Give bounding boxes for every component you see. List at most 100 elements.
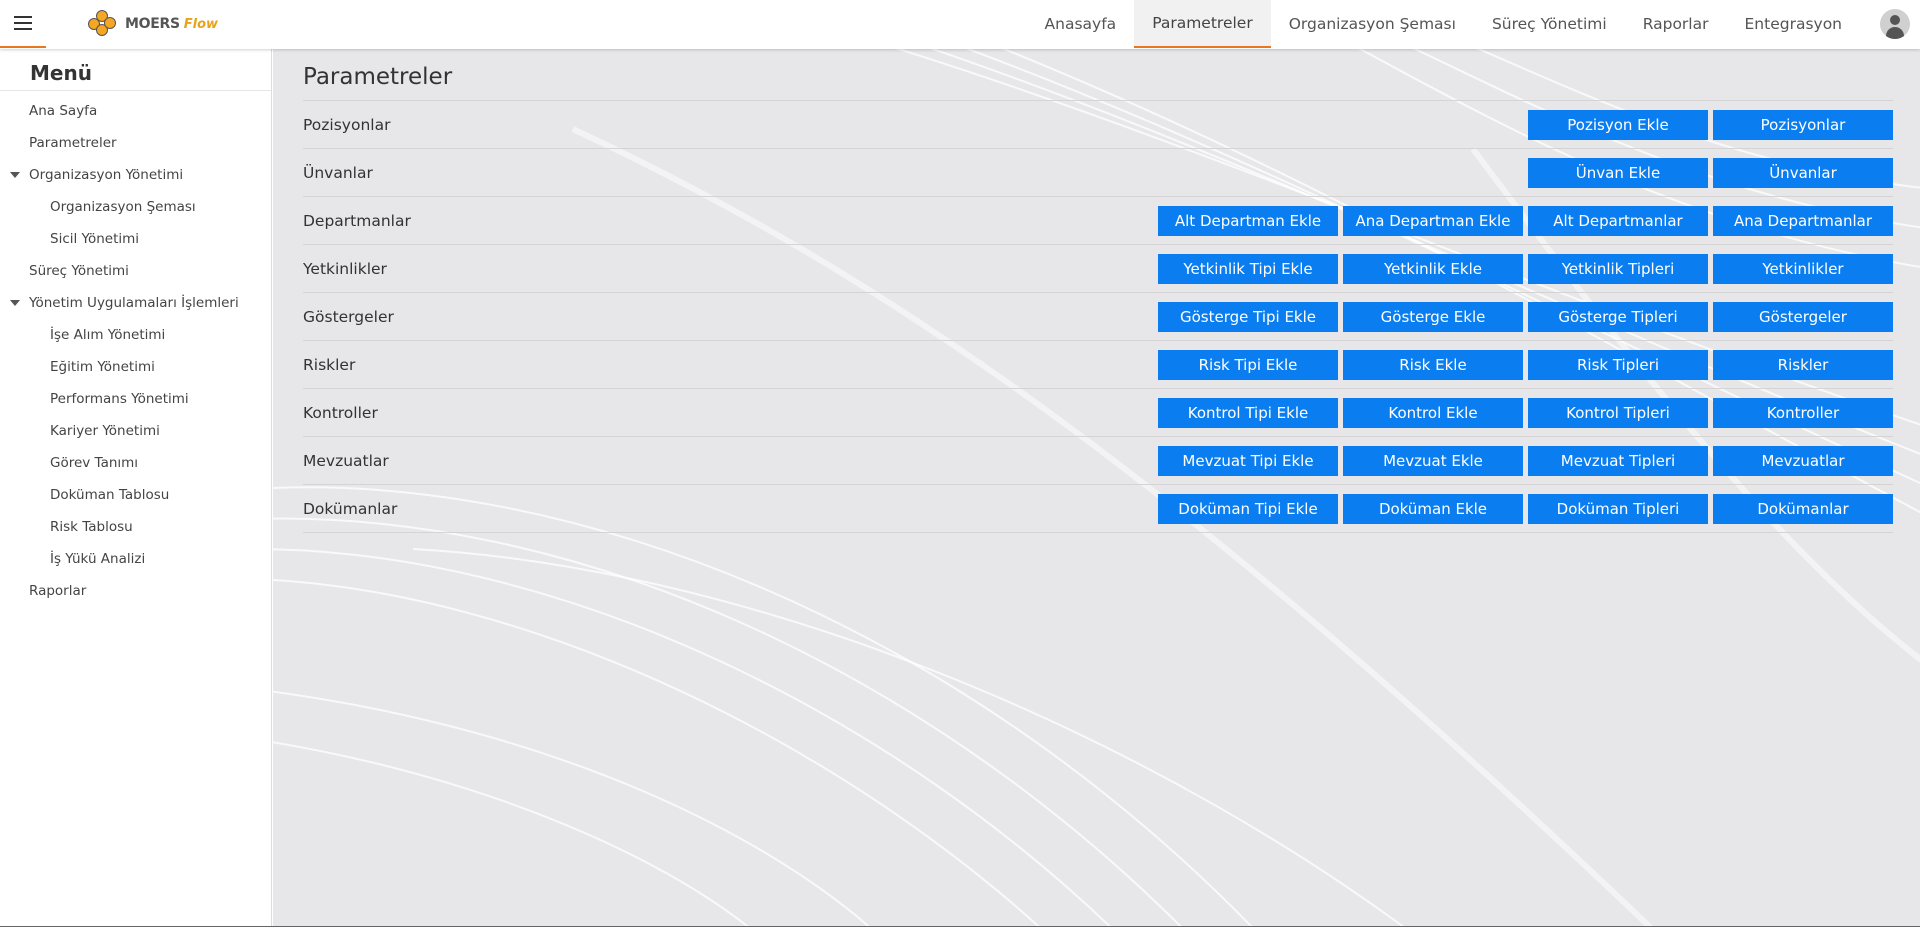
sidebar: Menü Ana Sayfa Parametreler Organizasyon Y… (0, 49, 272, 927)
nav-item-4[interactable]: Raporlar (1625, 0, 1727, 48)
parameter-label: Yetkinlikler (303, 259, 387, 278)
sidebar-item-12[interactable]: Doküman Tablosu (0, 479, 271, 511)
sidebar-item-label: Görev Tanımı (50, 455, 139, 471)
parameter-action-button[interactable]: Göstergeler (1713, 301, 1893, 332)
parameter-label: Kontroller (303, 403, 378, 422)
parameter-action-button[interactable]: Yetkinlik Tipleri (1528, 253, 1708, 284)
parameter-buttons: Alt Departman Ekle Ana Departman Ekle Alt … (1158, 205, 1893, 236)
parameter-label: Dokümanlar (303, 499, 398, 518)
parameter-action-button[interactable]: Pozisyon Ekle (1528, 109, 1708, 140)
sidebar-item-7[interactable]: İşe Alım Yönetimi (0, 319, 271, 351)
logo[interactable]: MOERS Flow (88, 10, 218, 38)
parameter-action-button[interactable]: Kontrol Tipleri (1528, 397, 1708, 428)
nav-item-5[interactable]: Entegrasyon (1727, 0, 1861, 48)
parameter-action-button[interactable]: Gösterge Ekle (1343, 301, 1523, 332)
nav-item-3[interactable]: Süreç Yönetimi (1474, 0, 1625, 48)
logo-flow: Flow (183, 16, 219, 32)
sidebar-item-2[interactable]: Organizasyon Yönetimi (0, 159, 271, 191)
parameter-action-button[interactable]: Riskler (1713, 349, 1893, 380)
parameter-row: Yetkinlikler Yetkinlik Tipi Ekle Yetkinlik… (303, 245, 1893, 293)
sidebar-item-3[interactable]: Organizasyon Şeması (0, 191, 271, 223)
sidebar-item-label: İşe Alım Yönetimi (50, 327, 166, 343)
parameter-action-button[interactable]: Yetkinlik Ekle (1343, 253, 1523, 284)
sidebar-item-15[interactable]: Raporlar (0, 575, 271, 607)
parameters-panel: Parametreler Pozisyonlar Pozisyon Ekle Poz… (303, 63, 1893, 533)
sidebar-item-14[interactable]: İş Yükü Analizi (0, 543, 271, 575)
parameter-action-button[interactable]: Kontrol Ekle (1343, 397, 1523, 428)
logo-icon (88, 10, 122, 38)
sidebar-item-13[interactable]: Risk Tablosu (0, 511, 271, 543)
parameter-action-button[interactable]: Kontrol Tipi Ekle (1158, 397, 1338, 428)
nav-item-1[interactable]: Parametreler (1134, 0, 1271, 48)
sidebar-item-label: Sicil Yönetimi (50, 231, 140, 247)
parameter-label: Mevzuatlar (303, 451, 389, 470)
top-nav: Anasayfa Parametreler Organizasyon Şeması S… (1027, 0, 1860, 48)
parameter-buttons: Doküman Tipi Ekle Doküman Ekle Doküman Tip… (1158, 493, 1893, 524)
sidebar-item-11[interactable]: Görev Tanımı (0, 447, 271, 479)
parameter-action-button[interactable]: Risk Ekle (1343, 349, 1523, 380)
parameter-row: Kontroller Kontrol Tipi Ekle Kontrol Ekle K… (303, 389, 1893, 437)
parameter-row: Pozisyonlar Pozisyon Ekle Pozisyonlar (303, 101, 1893, 149)
sidebar-item-6[interactable]: Yönetim Uygulamaları İşlemleri (0, 287, 271, 319)
nav-item-0[interactable]: Anasayfa (1027, 0, 1135, 48)
parameter-row: Dokümanlar Doküman Tipi Ekle Doküman Ekle D… (303, 485, 1893, 533)
parameter-row: Riskler Risk Tipi Ekle Risk Ekle Risk Tiple… (303, 341, 1893, 389)
parameter-action-button[interactable]: Doküman Tipi Ekle (1158, 493, 1338, 524)
caret-down-icon[interactable] (10, 172, 20, 178)
parameter-row: Departmanlar Alt Departman Ekle Ana Depart… (303, 197, 1893, 245)
sidebar-item-label: Organizasyon Yönetimi (29, 167, 184, 183)
parameter-action-button[interactable]: Risk Tipi Ekle (1158, 349, 1338, 380)
parameter-action-button[interactable]: Kontroller (1713, 397, 1893, 428)
parameter-action-button[interactable]: Gösterge Tipi Ekle (1158, 301, 1338, 332)
parameter-buttons: Kontrol Tipi Ekle Kontrol Ekle Kontrol Tip… (1158, 397, 1893, 428)
parameter-action-button[interactable]: Gösterge Tipleri (1528, 301, 1708, 332)
parameter-action-button[interactable]: Doküman Tipleri (1528, 493, 1708, 524)
parameter-buttons: Gösterge Tipi Ekle Gösterge Ekle Gösterge … (1158, 301, 1893, 332)
parameter-label: Göstergeler (303, 307, 394, 326)
parameter-buttons: Risk Tipi Ekle Risk Ekle Risk Tipleri Riskl… (1158, 349, 1893, 380)
parameter-buttons: Pozisyon Ekle Pozisyonlar (1528, 109, 1893, 140)
sidebar-item-label: Organizasyon Şeması (50, 199, 196, 215)
parameter-action-button[interactable]: Mevzuat Tipi Ekle (1158, 445, 1338, 476)
parameter-action-button[interactable]: Alt Departman Ekle (1158, 205, 1338, 236)
parameter-action-button[interactable]: Mevzuatlar (1713, 445, 1893, 476)
sidebar-item-label: Risk Tablosu (50, 519, 133, 535)
parameter-action-button[interactable]: Mevzuat Tipleri (1528, 445, 1708, 476)
parameter-action-button[interactable]: Yetkinlikler (1713, 253, 1893, 284)
parameter-action-button[interactable]: Yetkinlik Tipi Ekle (1158, 253, 1338, 284)
hamburger-menu-icon[interactable] (0, 0, 46, 48)
parameter-action-button[interactable]: Pozisyonlar (1713, 109, 1893, 140)
user-avatar-icon[interactable] (1880, 9, 1910, 39)
parameter-action-button[interactable]: Doküman Ekle (1343, 493, 1523, 524)
main-content: Parametreler Pozisyonlar Pozisyon Ekle Poz… (273, 49, 1920, 927)
parameter-action-button[interactable]: Risk Tipleri (1528, 349, 1708, 380)
parameter-action-button[interactable]: Ünvanlar (1713, 157, 1893, 188)
parameter-action-button[interactable]: Dokümanlar (1713, 493, 1893, 524)
sidebar-item-0[interactable]: Ana Sayfa (0, 95, 271, 127)
sidebar-item-4[interactable]: Sicil Yönetimi (0, 223, 271, 255)
sidebar-item-label: Raporlar (29, 583, 87, 599)
parameter-action-button[interactable]: Ana Departmanlar (1713, 205, 1893, 236)
sidebar-item-label: Eğitim Yönetimi (50, 359, 155, 375)
caret-down-icon[interactable] (10, 300, 20, 306)
sidebar-item-label: Doküman Tablosu (50, 487, 170, 503)
nav-item-2[interactable]: Organizasyon Şeması (1271, 0, 1474, 48)
sidebar-item-10[interactable]: Kariyer Yönetimi (0, 415, 271, 447)
top-bar: MOERS Flow Anasayfa Parametreler Organizas… (0, 0, 1920, 49)
parameter-action-button[interactable]: Alt Departmanlar (1528, 205, 1708, 236)
parameter-action-button[interactable]: Mevzuat Ekle (1343, 445, 1523, 476)
sidebar-item-5[interactable]: Süreç Yönetimi (0, 255, 271, 287)
parameter-action-button[interactable]: Ana Departman Ekle (1343, 205, 1523, 236)
parameter-row: Ünvanlar Ünvan Ekle Ünvanlar (303, 149, 1893, 197)
parameter-rows: Pozisyonlar Pozisyon Ekle Pozisyonlar Ünvan… (303, 101, 1893, 533)
menu-title: Menü (0, 49, 271, 91)
sidebar-item-1[interactable]: Parametreler (0, 127, 271, 159)
sidebar-item-8[interactable]: Eğitim Yönetimi (0, 351, 271, 383)
sidebar-item-9[interactable]: Performans Yönetimi (0, 383, 271, 415)
parameter-buttons: Mevzuat Tipi Ekle Mevzuat Ekle Mevzuat Tip… (1158, 445, 1893, 476)
parameter-action-button[interactable]: Ünvan Ekle (1528, 157, 1708, 188)
logo-text: MOERS (125, 16, 180, 32)
parameter-label: Pozisyonlar (303, 115, 391, 134)
sidebar-item-label: Yönetim Uygulamaları İşlemleri (29, 295, 239, 311)
sidebar-menu: Ana Sayfa Parametreler Organizasyon Yöneti… (0, 91, 271, 607)
